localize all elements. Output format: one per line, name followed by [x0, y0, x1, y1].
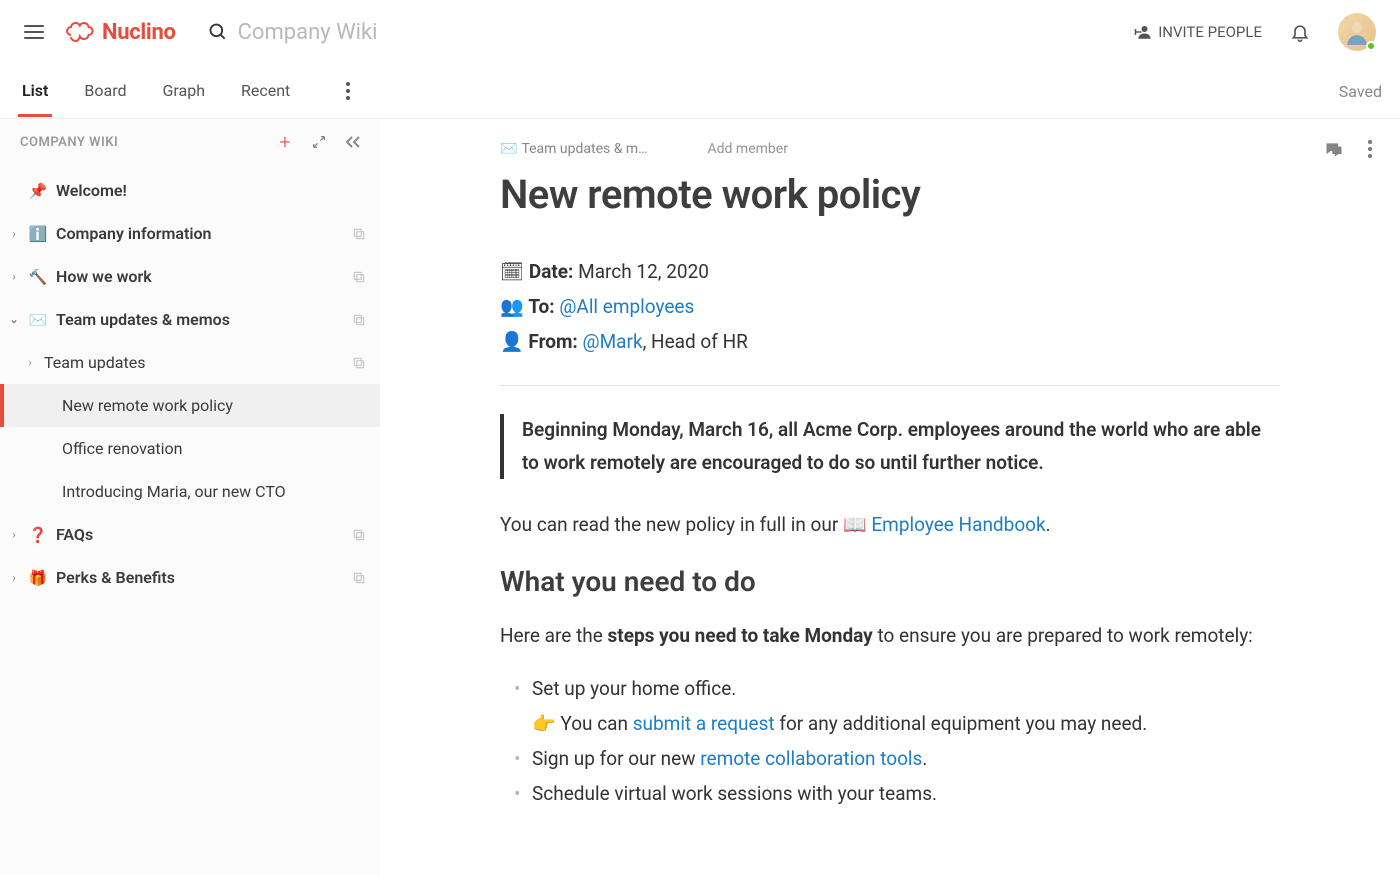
chevron-icon: ›: [24, 356, 36, 369]
to-key: To:: [528, 295, 554, 318]
from-icon: 👤: [500, 330, 524, 353]
add-page-button[interactable]: +: [272, 129, 298, 155]
copy-icon[interactable]: [352, 270, 366, 284]
collapse-sidebar-button[interactable]: [340, 129, 366, 155]
expand-button[interactable]: [306, 129, 332, 155]
avatar-person-icon: [1344, 19, 1370, 45]
tab-board[interactable]: Board: [80, 65, 130, 117]
breadcrumb-icon: ✉️: [500, 141, 517, 157]
steps-intro: Here are the steps you need to take Mond…: [500, 620, 1280, 652]
sidebar-item-label: Welcome!: [56, 181, 366, 200]
section-heading: What you need to do: [500, 565, 1280, 598]
view-more-button[interactable]: [346, 82, 350, 100]
dots-vertical-icon: [1368, 140, 1372, 158]
sidebar-item-label: Team updates & memos: [56, 310, 344, 329]
callout: Beginning Monday, March 16, all Acme Cor…: [500, 414, 1280, 479]
from-suffix: , Head of HR: [643, 330, 748, 353]
user-avatar[interactable]: [1338, 13, 1376, 51]
chevron-double-left-icon: [344, 135, 362, 149]
sidebar-item-label: Team updates: [44, 353, 344, 372]
sidebar-item[interactable]: New remote work policy: [0, 384, 380, 427]
step-item: Schedule virtual work sessions with your…: [518, 776, 1280, 811]
sidebar-item-label: How we work: [56, 267, 344, 286]
item-emoji: ❓: [28, 526, 48, 544]
comments-button[interactable]: [1324, 140, 1344, 160]
search-icon: [208, 22, 228, 42]
sidebar-item[interactable]: › Team updates: [0, 341, 380, 384]
sidebar-item-label: Company information: [56, 224, 344, 243]
add-member-button[interactable]: Add member: [708, 141, 788, 157]
collab-tools-link[interactable]: remote collaboration tools: [700, 747, 922, 770]
page-title[interactable]: New remote work policy: [500, 171, 1280, 218]
notifications-button[interactable]: [1290, 22, 1310, 42]
sidebar-item-label: Office renovation: [62, 439, 366, 458]
item-emoji: 📌: [28, 182, 48, 200]
copy-icon[interactable]: [352, 313, 366, 327]
invite-people-button[interactable]: INVITE PEOPLE: [1134, 23, 1262, 41]
sidebar-item-label: FAQs: [56, 525, 344, 544]
sidebar-item[interactable]: 📌 Welcome!: [0, 169, 380, 212]
step-item: Set up your home office. 👉 You can submi…: [518, 671, 1280, 741]
sidebar-item-label: Introducing Maria, our new CTO: [62, 482, 366, 501]
invite-label: INVITE PEOPLE: [1158, 23, 1262, 41]
saved-status: Saved: [1339, 82, 1382, 101]
search-placeholder: Company Wiki: [238, 20, 378, 45]
sidebar: COMPANY WIKI + 📌 Welcome! › ℹ️ Company infor…: [0, 118, 380, 875]
to-icon: 👥: [500, 295, 524, 318]
copy-icon[interactable]: [352, 227, 366, 241]
sidebar-item[interactable]: › ℹ️ Company information: [0, 212, 380, 255]
expand-icon: [311, 134, 327, 150]
bell-icon: [1290, 22, 1310, 42]
submit-request-link[interactable]: submit a request: [633, 712, 775, 735]
date-icon: 🗓: [500, 260, 524, 283]
copy-icon[interactable]: [352, 571, 366, 585]
copy-icon[interactable]: [352, 528, 366, 542]
from-key: From:: [528, 330, 577, 353]
handbook-link[interactable]: Employee Handbook: [871, 513, 1045, 536]
from-link[interactable]: @Mark: [583, 330, 643, 353]
breadcrumb[interactable]: ✉️ Team updates & m…: [500, 141, 648, 157]
step-item: Sign up for our new remote collaboration…: [518, 741, 1280, 776]
item-emoji: 🔨: [28, 268, 48, 286]
chevron-icon: ›: [8, 571, 20, 584]
divider: [500, 385, 1280, 386]
sidebar-item[interactable]: › ❓ FAQs: [0, 513, 380, 556]
chat-icon: [1324, 140, 1344, 160]
sidebar-item-label: New remote work policy: [62, 396, 366, 415]
sidebar-item[interactable]: Introducing Maria, our new CTO: [0, 470, 380, 513]
sidebar-item[interactable]: Office renovation: [0, 427, 380, 470]
invite-icon: [1134, 23, 1152, 41]
tab-recent[interactable]: Recent: [237, 65, 294, 117]
sidebar-title: COMPANY WIKI: [20, 135, 264, 150]
presence-indicator: [1366, 41, 1376, 51]
sidebar-item[interactable]: › 🔨 How we work: [0, 255, 380, 298]
date-key: Date:: [529, 260, 574, 283]
brand-logo[interactable]: Nuclino: [66, 20, 176, 45]
to-link[interactable]: @All employees: [559, 295, 694, 318]
chevron-icon: ›: [8, 270, 20, 283]
page-menu-button[interactable]: [1368, 140, 1372, 160]
search[interactable]: Company Wiki: [208, 20, 378, 45]
item-emoji: ℹ️: [28, 225, 48, 243]
item-emoji: ✉️: [28, 311, 48, 329]
sidebar-item[interactable]: › 🎁 Perks & Benefits: [0, 556, 380, 599]
dots-vertical-icon: [346, 82, 350, 100]
brand-mark-icon: [66, 21, 96, 43]
chevron-icon: ›: [8, 528, 20, 541]
chevron-icon: ›: [8, 227, 20, 240]
item-emoji: 🎁: [28, 569, 48, 587]
tab-list[interactable]: List: [18, 65, 52, 117]
sidebar-item[interactable]: ⌄ ✉️ Team updates & memos: [0, 298, 380, 341]
chevron-icon: ⌄: [8, 313, 20, 326]
copy-icon[interactable]: [352, 356, 366, 370]
breadcrumb-text: Team updates & m…: [521, 141, 647, 157]
policy-line: You can read the new policy in full in o…: [500, 509, 1280, 541]
date-value: March 12, 2020: [578, 260, 709, 283]
menu-toggle[interactable]: [24, 21, 44, 43]
sidebar-item-label: Perks & Benefits: [56, 568, 344, 587]
brand-name: Nuclino: [102, 20, 176, 45]
tab-graph[interactable]: Graph: [159, 65, 210, 117]
